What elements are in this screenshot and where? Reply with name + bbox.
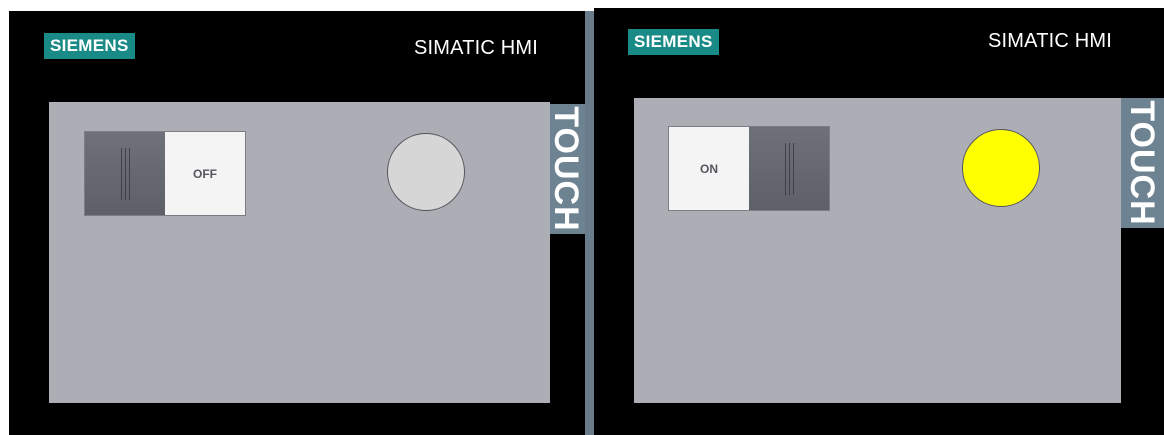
toggle-switch[interactable]: ON	[668, 126, 830, 211]
product-name: SIMATIC HMI	[988, 30, 1113, 52]
touch-label-text: TOUCH	[547, 106, 585, 232]
switch-state-label: ON	[669, 127, 749, 210]
touch-side-label: TOUCH	[547, 104, 585, 234]
toggle-switch[interactable]: OFF	[84, 131, 246, 216]
hmi-screen: OFF	[49, 102, 550, 403]
indicator-lamp	[962, 129, 1040, 207]
switch-state-label: OFF	[165, 132, 245, 215]
siemens-logo: SIEMENS	[628, 29, 719, 55]
hmi-screen: ON	[634, 98, 1121, 403]
indicator-lamp	[387, 133, 465, 211]
touch-side-label: TOUCH	[1119, 98, 1164, 228]
hmi-panel-off: SIEMENS SIMATIC HMI TOUCH OFF	[9, 11, 585, 435]
hmi-panel-on: SIEMENS SIMATIC HMI TOUCH ON	[594, 8, 1164, 435]
product-name: SIMATIC HMI	[414, 37, 539, 59]
siemens-logo: SIEMENS	[44, 33, 135, 59]
switch-knob[interactable]	[85, 132, 165, 215]
panel-divider	[585, 11, 594, 435]
touch-label-text: TOUCH	[1122, 100, 1161, 226]
switch-knob[interactable]	[749, 127, 829, 210]
